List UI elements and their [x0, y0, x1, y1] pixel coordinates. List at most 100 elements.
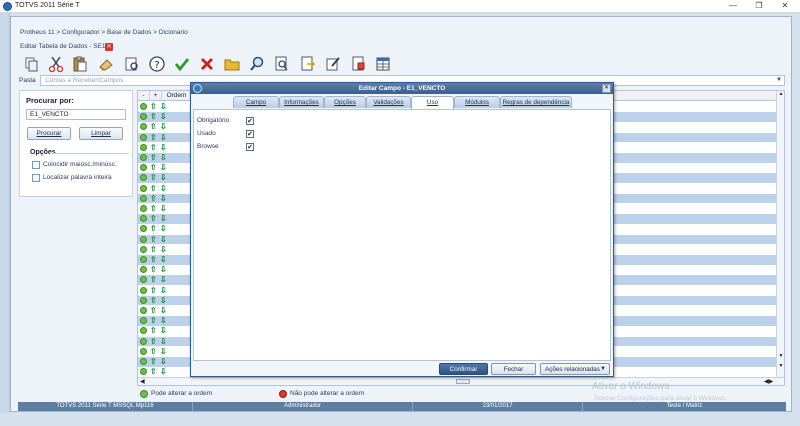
move-up-icon[interactable]: ⇧ — [150, 224, 157, 233]
move-down-icon[interactable]: ⇩ — [160, 316, 167, 325]
tab-validacoes[interactable]: Validações — [366, 96, 411, 108]
move-down-icon[interactable]: ⇩ — [160, 204, 167, 213]
print-preview-icon[interactable] — [123, 55, 141, 73]
move-up-icon[interactable]: ⇧ — [150, 367, 157, 376]
folder-icon[interactable] — [223, 55, 241, 73]
tab-opcoes[interactable]: Opções — [324, 96, 366, 108]
grid-vertical-scrollbar[interactable]: ▲ ▼ ▼ — [776, 91, 784, 385]
move-down-icon[interactable]: ⇩ — [160, 255, 167, 264]
move-up-icon[interactable]: ⇧ — [150, 337, 157, 346]
eraser-icon[interactable] — [97, 55, 115, 73]
document-tab-close-icon[interactable]: ✕ — [105, 43, 113, 51]
move-up-icon[interactable]: ⇧ — [150, 296, 157, 305]
move-up-icon[interactable]: ⇧ — [150, 204, 157, 213]
move-up-icon[interactable]: ⇧ — [150, 143, 157, 152]
move-down-icon[interactable]: ⇩ — [160, 275, 167, 284]
move-down-icon[interactable]: ⇩ — [160, 133, 167, 142]
move-down-icon[interactable]: ⇩ — [160, 245, 167, 254]
move-up-icon[interactable]: ⇧ — [150, 357, 157, 366]
move-up-icon[interactable]: ⇧ — [150, 133, 157, 142]
move-down-icon[interactable]: ⇩ — [160, 143, 167, 152]
move-up-icon[interactable]: ⇧ — [150, 255, 157, 264]
edit-icon[interactable] — [324, 55, 342, 73]
move-down-icon[interactable]: ⇩ — [160, 235, 167, 244]
zoom-doc-icon[interactable] — [273, 55, 291, 73]
move-down-icon[interactable]: ⇩ — [160, 173, 167, 182]
grid-header-plus[interactable]: + — [150, 91, 162, 101]
move-down-icon[interactable]: ⇩ — [160, 214, 167, 223]
import-icon[interactable] — [349, 55, 367, 73]
cancel-x-icon[interactable] — [198, 55, 216, 73]
left-collapse-strip[interactable] — [0, 13, 10, 413]
close-window-button[interactable]: ✕ — [772, 0, 798, 12]
move-up-icon[interactable]: ⇧ — [150, 214, 157, 223]
match-case-checkbox[interactable] — [32, 161, 40, 169]
move-down-icon[interactable]: ⇩ — [160, 347, 167, 356]
tab-campo[interactable]: Campo — [233, 96, 279, 108]
move-up-icon[interactable]: ⇧ — [150, 326, 157, 335]
scroll-up-icon[interactable]: ▲ — [777, 91, 784, 99]
move-up-icon[interactable]: ⇧ — [150, 122, 157, 131]
copy-icon[interactable] — [23, 55, 41, 73]
confirm-button[interactable]: Confirmar — [439, 363, 488, 375]
related-actions-button[interactable]: Ações relacionadas ▼ — [540, 363, 610, 375]
cut-icon[interactable] — [47, 55, 65, 73]
tab-modulos[interactable]: Módulos — [454, 96, 500, 108]
paste-icon[interactable] — [71, 55, 89, 73]
move-down-icon[interactable]: ⇩ — [160, 153, 167, 162]
document-tab[interactable]: Editar Tabela de Dados - SE1 — [17, 42, 109, 53]
move-up-icon[interactable]: ⇧ — [150, 316, 157, 325]
whole-word-checkbox[interactable] — [32, 174, 40, 182]
move-down-icon[interactable]: ⇩ — [160, 326, 167, 335]
search-icon[interactable] — [248, 55, 266, 73]
browse-checkbox[interactable]: ✔ — [246, 143, 254, 151]
move-up-icon[interactable]: ⇧ — [150, 163, 157, 172]
move-down-icon[interactable]: ⇩ — [160, 265, 167, 274]
move-down-icon[interactable]: ⇩ — [160, 224, 167, 233]
move-down-icon[interactable]: ⇩ — [160, 337, 167, 346]
export-icon[interactable] — [299, 55, 317, 73]
move-up-icon[interactable]: ⇧ — [150, 347, 157, 356]
move-up-icon[interactable]: ⇧ — [150, 265, 157, 274]
move-up-icon[interactable]: ⇧ — [150, 173, 157, 182]
move-down-icon[interactable]: ⇩ — [160, 306, 167, 315]
move-up-icon[interactable]: ⇧ — [150, 184, 157, 193]
move-down-icon[interactable]: ⇩ — [160, 357, 167, 366]
obrigatorio-checkbox[interactable]: ✔ — [246, 117, 254, 125]
move-down-icon[interactable]: ⇩ — [160, 122, 167, 131]
move-down-icon[interactable]: ⇩ — [160, 367, 167, 376]
move-up-icon[interactable]: ⇧ — [150, 306, 157, 315]
grid-header-ordem[interactable]: Ordem — [162, 91, 192, 101]
minimize-button[interactable]: — — [720, 0, 746, 12]
grid-header-minus[interactable]: - — [138, 91, 150, 101]
chevron-down-icon[interactable]: ▼ — [774, 76, 784, 85]
scroll-right-icon[interactable]: ◀▶ — [764, 378, 773, 385]
move-up-icon[interactable]: ⇧ — [150, 112, 157, 121]
tab-informacoes[interactable]: Informações — [279, 96, 324, 108]
search-input[interactable] — [26, 109, 126, 120]
move-up-icon[interactable]: ⇧ — [150, 245, 157, 254]
usado-checkbox[interactable]: ✔ — [246, 130, 254, 138]
scroll-thumb[interactable] — [456, 379, 470, 384]
move-up-icon[interactable]: ⇧ — [150, 275, 157, 284]
move-down-icon[interactable]: ⇩ — [160, 112, 167, 121]
move-up-icon[interactable]: ⇧ — [150, 153, 157, 162]
tab-uso[interactable]: Uso — [411, 96, 454, 109]
move-up-icon[interactable]: ⇧ — [150, 194, 157, 203]
move-down-icon[interactable]: ⇩ — [160, 286, 167, 295]
move-down-icon[interactable]: ⇩ — [160, 184, 167, 193]
move-up-icon[interactable]: ⇧ — [150, 235, 157, 244]
move-down-icon[interactable]: ⇩ — [160, 102, 167, 111]
move-down-icon[interactable]: ⇩ — [160, 163, 167, 172]
move-down-icon[interactable]: ⇩ — [160, 296, 167, 305]
tab-regras-de-dependencia[interactable]: Regras de dependência — [500, 96, 572, 108]
confirm-check-icon[interactable] — [173, 55, 191, 73]
procurar-button[interactable]: Procurar — [27, 127, 71, 140]
restore-button[interactable]: ❐ — [746, 0, 772, 12]
move-up-icon[interactable]: ⇧ — [150, 102, 157, 111]
limpar-button[interactable]: Limpar — [79, 127, 123, 140]
grid-horizontal-scrollbar[interactable]: ◀ ◀▶ — [138, 377, 784, 385]
scroll-end-icon[interactable]: ▼ — [777, 363, 784, 371]
help-icon[interactable]: ? — [148, 55, 166, 73]
close-button[interactable]: Fechar — [491, 363, 536, 375]
